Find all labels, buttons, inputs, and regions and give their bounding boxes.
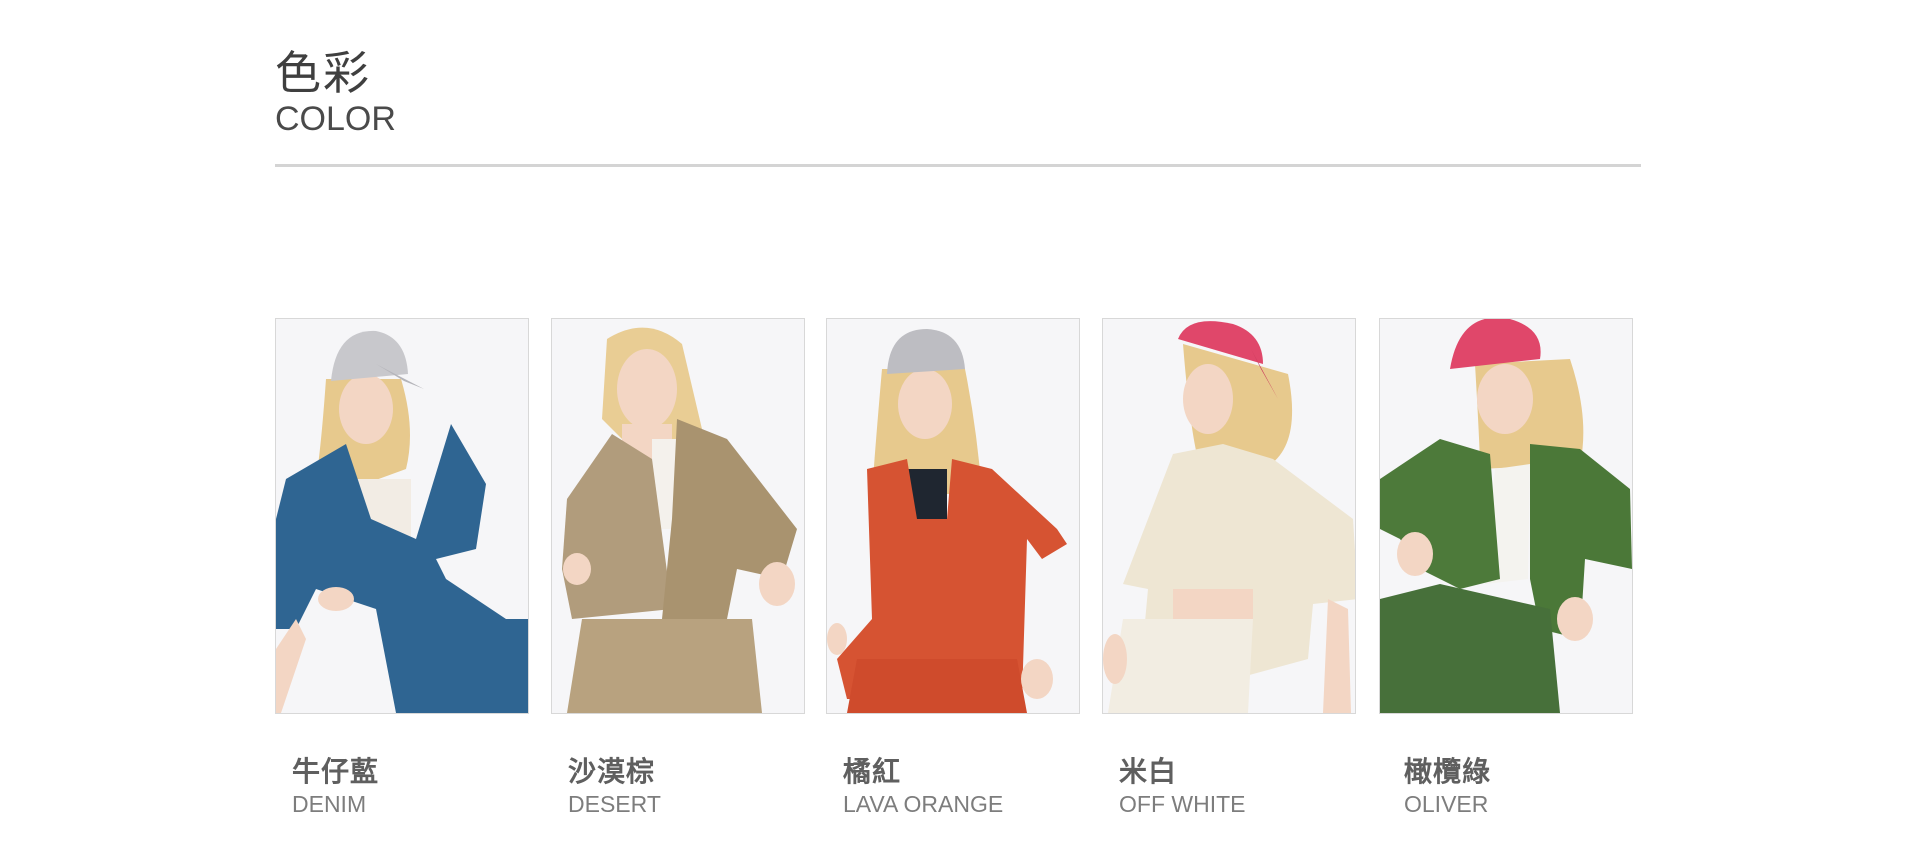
color-label-off-white: 米白 OFF WHITE xyxy=(1119,755,1245,819)
color-swatch-image-off-white[interactable] xyxy=(1102,318,1356,714)
color-name-zh: 米白 xyxy=(1119,755,1178,788)
color-name-zh: 橄欖綠 xyxy=(1404,755,1492,788)
color-swatch-image-denim[interactable] xyxy=(275,318,529,714)
color-label-oliver: 橄欖綠 OLIVER xyxy=(1404,755,1491,819)
color-swatch-image-oliver[interactable] xyxy=(1379,318,1633,714)
color-label-lava-orange: 橘紅 LAVA ORANGE xyxy=(843,755,1003,819)
color-name-zh: 牛仔藍 xyxy=(292,755,380,788)
color-name-zh: 橘紅 xyxy=(843,755,902,788)
section-header: 色彩 COLOR xyxy=(275,45,396,137)
color-name-en: OLIVER xyxy=(1404,791,1489,817)
color-swatch-image-desert[interactable] xyxy=(551,318,805,714)
color-name-en: DESERT xyxy=(568,791,661,817)
header-divider xyxy=(275,164,1641,167)
color-label-denim: 牛仔藍 DENIM xyxy=(292,755,379,819)
section-title-zh: 色彩 xyxy=(275,46,371,100)
color-name-en: LAVA ORANGE xyxy=(843,791,1004,817)
color-name-en: OFF WHITE xyxy=(1119,791,1246,817)
color-swatch-image-lava-orange[interactable] xyxy=(826,318,1080,714)
color-name-zh: 沙漠棕 xyxy=(568,755,656,788)
color-label-desert: 沙漠棕 DESERT xyxy=(568,755,661,819)
color-name-en: DENIM xyxy=(292,791,367,817)
section-title-en: COLOR xyxy=(275,100,396,138)
